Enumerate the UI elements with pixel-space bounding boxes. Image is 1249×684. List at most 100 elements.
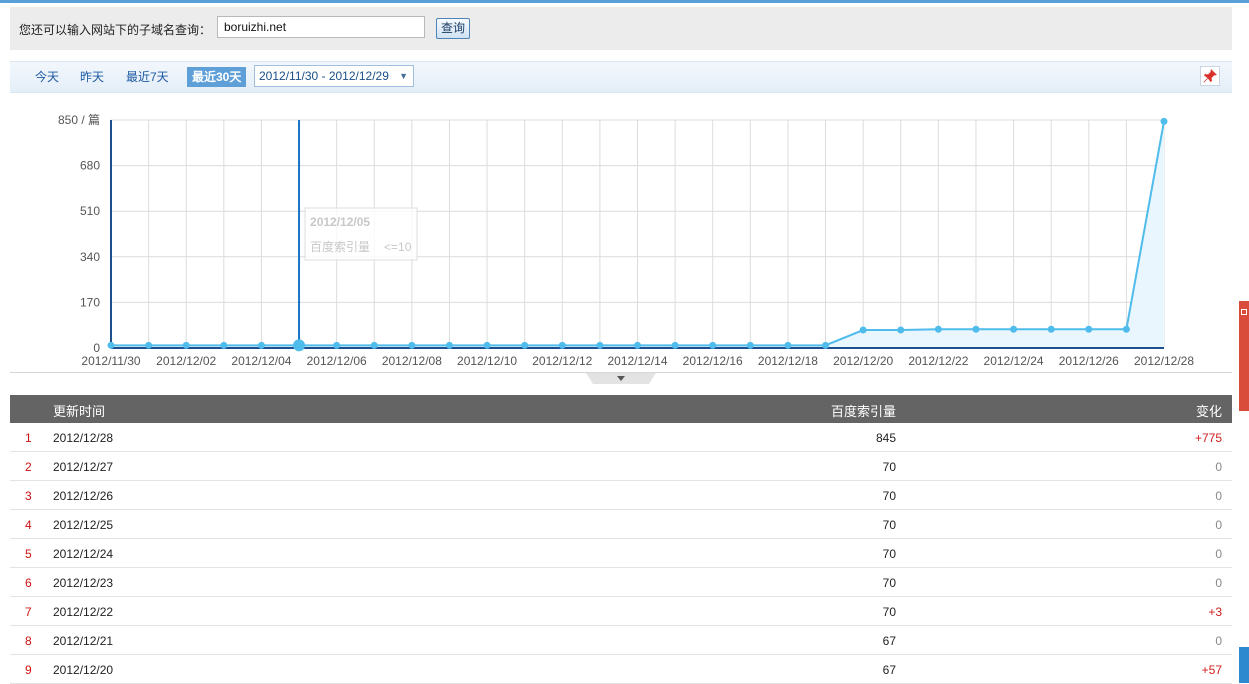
row-change: 0 <box>1215 518 1222 532</box>
row-index-value: 70 <box>882 605 896 619</box>
row-number: 4 <box>25 518 32 532</box>
row-number: 6 <box>25 576 32 590</box>
row-number: 7 <box>25 605 32 619</box>
data-point <box>822 341 830 349</box>
table-row: 9 2012/12/20 67 +57 <box>10 655 1232 684</box>
row-change: +57 <box>1201 663 1222 677</box>
row-date: 2012/12/21 <box>53 634 114 648</box>
collapse-chart-toggle[interactable] <box>586 373 656 384</box>
table-row: 5 2012/12/24 70 0 <box>10 539 1232 568</box>
y-tick-label: 850 / 篇 <box>58 112 100 127</box>
data-point <box>897 326 905 334</box>
row-date: 2012/12/26 <box>53 489 114 503</box>
x-tick-label: 2012/11/30 <box>81 354 140 368</box>
data-point <box>634 341 641 349</box>
header-update-time[interactable]: 更新时间 <box>53 401 105 420</box>
data-point <box>220 341 228 349</box>
x-tick-label: 2012/12/16 <box>683 354 743 368</box>
row-index-value: 70 <box>882 576 896 590</box>
row-change: 0 <box>1215 634 1222 648</box>
y-tick-label: 340 <box>80 250 100 264</box>
data-point <box>558 341 566 349</box>
row-date: 2012/12/25 <box>53 518 114 532</box>
data-point <box>483 341 491 349</box>
header-baidu-index[interactable]: 百度索引量 <box>831 401 896 420</box>
row-date: 2012/12/22 <box>53 605 114 619</box>
table-row: 4 2012/12/25 70 0 <box>10 510 1232 539</box>
data-point <box>859 326 867 334</box>
table-row: 7 2012/12/22 70 +3 <box>10 597 1232 626</box>
data-point <box>1047 325 1055 333</box>
table-row: 8 2012/12/21 67 0 <box>10 626 1232 655</box>
row-change: 0 <box>1215 576 1222 590</box>
x-tick-label: 2012/12/26 <box>1059 354 1119 368</box>
data-point <box>1160 117 1168 125</box>
data-point <box>1085 325 1093 333</box>
x-tick-label: 2012/12/12 <box>532 354 592 368</box>
row-index-value: 70 <box>882 518 896 532</box>
data-point <box>934 325 942 333</box>
row-index-value: 845 <box>875 431 896 445</box>
data-point <box>370 341 378 349</box>
data-point <box>972 325 980 333</box>
x-tick-label: 2012/12/10 <box>457 354 517 368</box>
y-tick-label: 680 <box>80 159 100 173</box>
x-tick-label: 2012/12/24 <box>984 354 1044 368</box>
data-point <box>293 339 306 352</box>
header-change[interactable]: 变化 <box>1196 401 1222 420</box>
data-point <box>257 341 265 349</box>
row-index-value: 70 <box>882 460 896 474</box>
y-tick-label: 0 <box>93 341 100 355</box>
row-index-value: 67 <box>882 634 896 648</box>
chart-tooltip: 2012/12/05 百度索引量 <=10 <box>304 207 418 261</box>
data-point <box>333 341 341 349</box>
x-tick-label: 2012/12/22 <box>908 354 968 368</box>
row-index-value: 67 <box>882 663 896 677</box>
row-change: 0 <box>1215 489 1222 503</box>
data-point <box>521 341 529 349</box>
data-point <box>671 341 679 349</box>
x-tick-label: 2012/12/14 <box>607 354 667 368</box>
row-change: 0 <box>1215 460 1222 474</box>
table-row: 6 2012/12/23 70 0 <box>10 568 1232 597</box>
row-date: 2012/12/23 <box>53 576 114 590</box>
x-tick-label: 2012/12/06 <box>307 354 367 368</box>
caret-down-icon <box>617 376 625 381</box>
row-index-value: 70 <box>882 489 896 503</box>
data-point <box>1010 325 1018 333</box>
table-row: 2 2012/12/27 70 0 <box>10 452 1232 481</box>
y-tick-label: 170 <box>80 295 100 309</box>
row-change: +775 <box>1194 431 1222 445</box>
row-number: 8 <box>25 634 32 648</box>
tooltip-series-label: 百度索引量 <box>310 239 370 254</box>
chart-divider <box>10 372 1232 373</box>
row-number: 1 <box>25 431 32 445</box>
chart-grid <box>110 119 1165 348</box>
data-point <box>107 341 115 349</box>
side-feedback-tab[interactable] <box>1239 301 1249 411</box>
row-date: 2012/12/24 <box>53 547 114 561</box>
row-date: 2012/12/27 <box>53 460 114 474</box>
table-header: 更新时间 百度索引量 变化 <box>10 395 1232 423</box>
square-icon <box>1241 309 1247 315</box>
data-point <box>746 341 754 349</box>
data-point <box>182 341 190 349</box>
row-date: 2012/12/20 <box>53 663 114 677</box>
data-point <box>145 341 153 349</box>
row-number: 5 <box>25 547 32 561</box>
row-number: 2 <box>25 460 32 474</box>
x-tick-label: 2012/12/28 <box>1134 354 1194 368</box>
row-change: 0 <box>1215 547 1222 561</box>
row-number: 9 <box>25 663 32 677</box>
side-blue-tab[interactable] <box>1239 647 1249 683</box>
data-point <box>709 341 717 349</box>
x-tick-label: 2012/12/18 <box>758 354 818 368</box>
x-tick-label: 2012/12/08 <box>382 354 442 368</box>
x-tick-label: 2012/12/20 <box>833 354 893 368</box>
x-tick-label: 2012/12/02 <box>156 354 216 368</box>
data-point <box>408 341 416 349</box>
row-change: +3 <box>1208 605 1222 619</box>
data-point <box>596 341 604 349</box>
x-tick-label: 2012/12/04 <box>231 354 291 368</box>
data-point <box>445 341 453 349</box>
